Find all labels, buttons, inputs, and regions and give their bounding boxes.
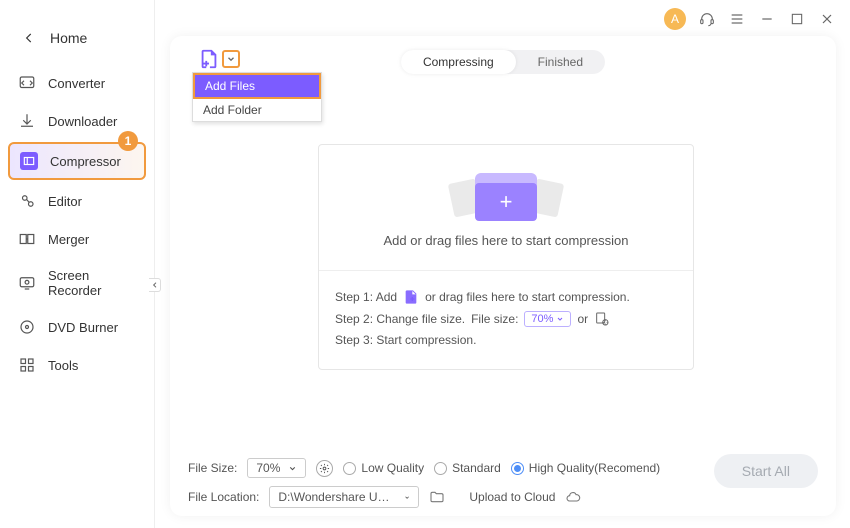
download-icon xyxy=(18,112,36,130)
dropzone-hint: Add or drag files here to start compress… xyxy=(319,233,693,248)
filesize-mini-value: 70% xyxy=(531,313,553,325)
step3-text: Step 3: Start compression. xyxy=(335,333,476,347)
filesize-settings-icon[interactable] xyxy=(316,460,333,477)
start-all-button[interactable]: Start All xyxy=(714,454,818,488)
footer: File Size: 70% Low Quality Standard High… xyxy=(188,458,818,508)
sidebar-item-editor[interactable]: Editor xyxy=(8,184,146,218)
filesize-mini-select[interactable]: 70% xyxy=(524,311,571,327)
sidebar: Home Converter Downloader Compressor Edi… xyxy=(0,0,155,528)
add-files-button[interactable] xyxy=(198,48,240,70)
sidebar-item-label: Converter xyxy=(48,76,105,91)
sidebar-item-label: Screen Recorder xyxy=(48,268,136,298)
avatar-initial: A xyxy=(671,12,679,26)
sidebar-item-merger[interactable]: Merger xyxy=(8,222,146,256)
file-add-icon xyxy=(403,289,419,305)
editor-icon xyxy=(18,192,36,210)
add-menu: Add Files Add Folder xyxy=(192,72,322,122)
location-label: File Location: xyxy=(188,490,259,504)
step1-text-b: or drag files here to start compression. xyxy=(425,290,630,304)
sidebar-item-tools[interactable]: Tools xyxy=(8,348,146,382)
menu-icon[interactable] xyxy=(728,10,746,28)
tabs: Compressing Finished xyxy=(401,50,605,74)
sidebar-item-label: Compressor xyxy=(50,154,121,169)
sidebar-title: Home xyxy=(50,30,87,46)
quality-high[interactable]: High Quality(Recomend) xyxy=(511,461,660,475)
compressor-icon xyxy=(20,152,38,170)
open-folder-icon[interactable] xyxy=(429,489,445,505)
tab-compressing[interactable]: Compressing xyxy=(401,50,516,74)
dropzone[interactable]: + Add or drag files here to start compre… xyxy=(318,144,694,370)
converter-icon xyxy=(18,74,36,92)
filesize-select[interactable]: 70% xyxy=(247,458,306,478)
recorder-icon xyxy=(18,274,36,292)
location-value: D:\Wondershare UniConverter 1 xyxy=(278,490,396,504)
maximize-icon[interactable] xyxy=(788,10,806,28)
file-add-icon xyxy=(198,48,220,70)
dvd-icon xyxy=(18,318,36,336)
step2-text-b: File size: xyxy=(471,312,518,326)
step2-text-a: Step 2: Change file size. xyxy=(335,312,465,326)
quality-low[interactable]: Low Quality xyxy=(343,461,424,475)
add-menu-add-files[interactable]: Add Files xyxy=(193,73,321,99)
sidebar-item-label: Merger xyxy=(48,232,89,247)
merger-icon xyxy=(18,230,36,248)
collapse-sidebar-button[interactable] xyxy=(149,278,161,292)
add-menu-add-folder[interactable]: Add Folder xyxy=(193,99,321,121)
callout-badge-1: 1 xyxy=(118,131,138,151)
quality-standard[interactable]: Standard xyxy=(434,461,501,475)
upload-cloud-label: Upload to Cloud xyxy=(469,490,555,504)
steps: Step 1: Add or drag files here to start … xyxy=(319,270,693,369)
step1-text-a: Step 1: Add xyxy=(335,290,397,304)
tab-finished[interactable]: Finished xyxy=(516,50,605,74)
avatar[interactable]: A xyxy=(664,8,686,30)
chevron-down-icon[interactable] xyxy=(222,50,240,68)
sidebar-item-label: Downloader xyxy=(48,114,117,129)
main-panel: Add Files Add Folder Compressing Finishe… xyxy=(170,36,836,516)
minimize-icon[interactable] xyxy=(758,10,776,28)
quality-low-label: Low Quality xyxy=(361,461,424,475)
sidebar-item-label: DVD Burner xyxy=(48,320,118,335)
sidebar-item-dvd-burner[interactable]: DVD Burner xyxy=(8,310,146,344)
quality-standard-label: Standard xyxy=(452,461,501,475)
sidebar-item-converter[interactable]: Converter xyxy=(8,66,146,100)
filesize-label: File Size: xyxy=(188,461,237,475)
folder-illustration: + xyxy=(475,173,537,221)
settings-file-icon[interactable] xyxy=(594,311,610,327)
sidebar-item-screen-recorder[interactable]: Screen Recorder xyxy=(8,260,146,306)
close-icon[interactable] xyxy=(818,10,836,28)
cloud-icon[interactable] xyxy=(565,489,581,505)
sidebar-item-label: Tools xyxy=(48,358,78,373)
headset-icon[interactable] xyxy=(698,10,716,28)
sidebar-item-label: Editor xyxy=(48,194,82,209)
location-select[interactable]: D:\Wondershare UniConverter 1 xyxy=(269,486,419,508)
tools-icon xyxy=(18,356,36,374)
filesize-value: 70% xyxy=(256,461,280,475)
back-icon[interactable] xyxy=(22,31,36,45)
quality-high-label: High Quality(Recomend) xyxy=(529,461,660,475)
step2-or: or xyxy=(577,312,588,326)
